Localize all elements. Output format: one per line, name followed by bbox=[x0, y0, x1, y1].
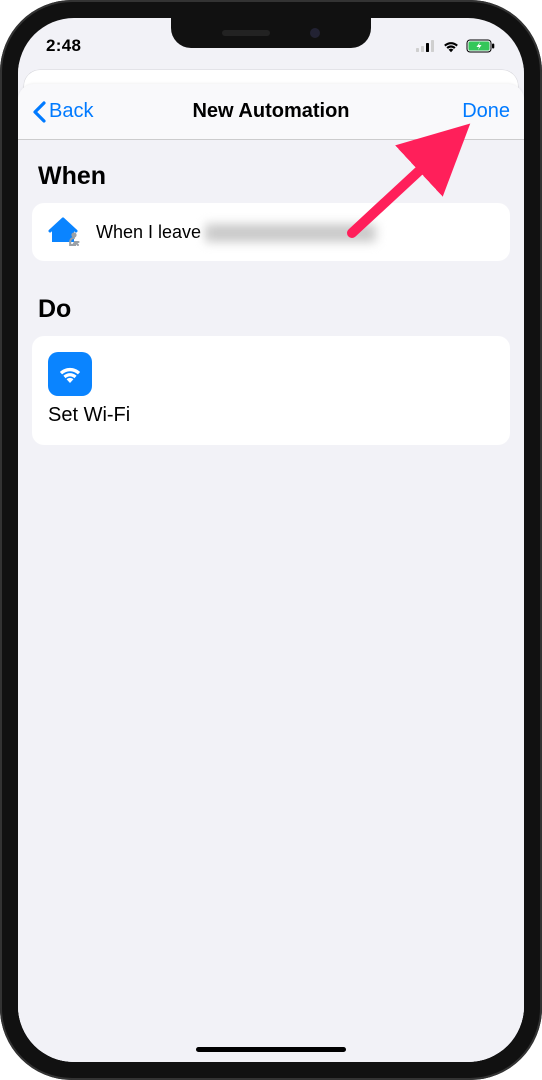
status-time: 2:48 bbox=[46, 36, 81, 56]
when-trigger-text: When I leave bbox=[96, 222, 376, 243]
screen: 2:48 bbox=[18, 18, 524, 1062]
leave-home-icon bbox=[48, 217, 82, 247]
when-header: When bbox=[18, 140, 524, 203]
modal-sheet: Back New Automation Done When bbox=[18, 84, 524, 1062]
redacted-location bbox=[206, 224, 376, 242]
when-trigger-row[interactable]: When I leave bbox=[32, 203, 510, 261]
cell-signal-icon bbox=[416, 40, 436, 52]
wifi-icon bbox=[442, 40, 460, 53]
done-button[interactable]: Done bbox=[462, 100, 510, 123]
home-indicator[interactable] bbox=[196, 1047, 346, 1052]
phone-frame: 2:48 bbox=[0, 0, 542, 1080]
page-title: New Automation bbox=[192, 100, 349, 123]
nav-bar: Back New Automation Done bbox=[18, 84, 524, 140]
do-action-label: Set Wi-Fi bbox=[48, 404, 494, 427]
wifi-action-icon bbox=[48, 352, 92, 396]
do-action-row[interactable]: Set Wi-Fi bbox=[32, 336, 510, 445]
battery-icon bbox=[466, 39, 496, 53]
notch bbox=[171, 18, 371, 48]
back-label: Back bbox=[49, 100, 93, 123]
when-trigger-prefix: When I leave bbox=[96, 222, 201, 242]
back-button[interactable]: Back bbox=[32, 100, 93, 123]
chevron-left-icon bbox=[32, 101, 47, 123]
do-header: Do bbox=[18, 273, 524, 336]
